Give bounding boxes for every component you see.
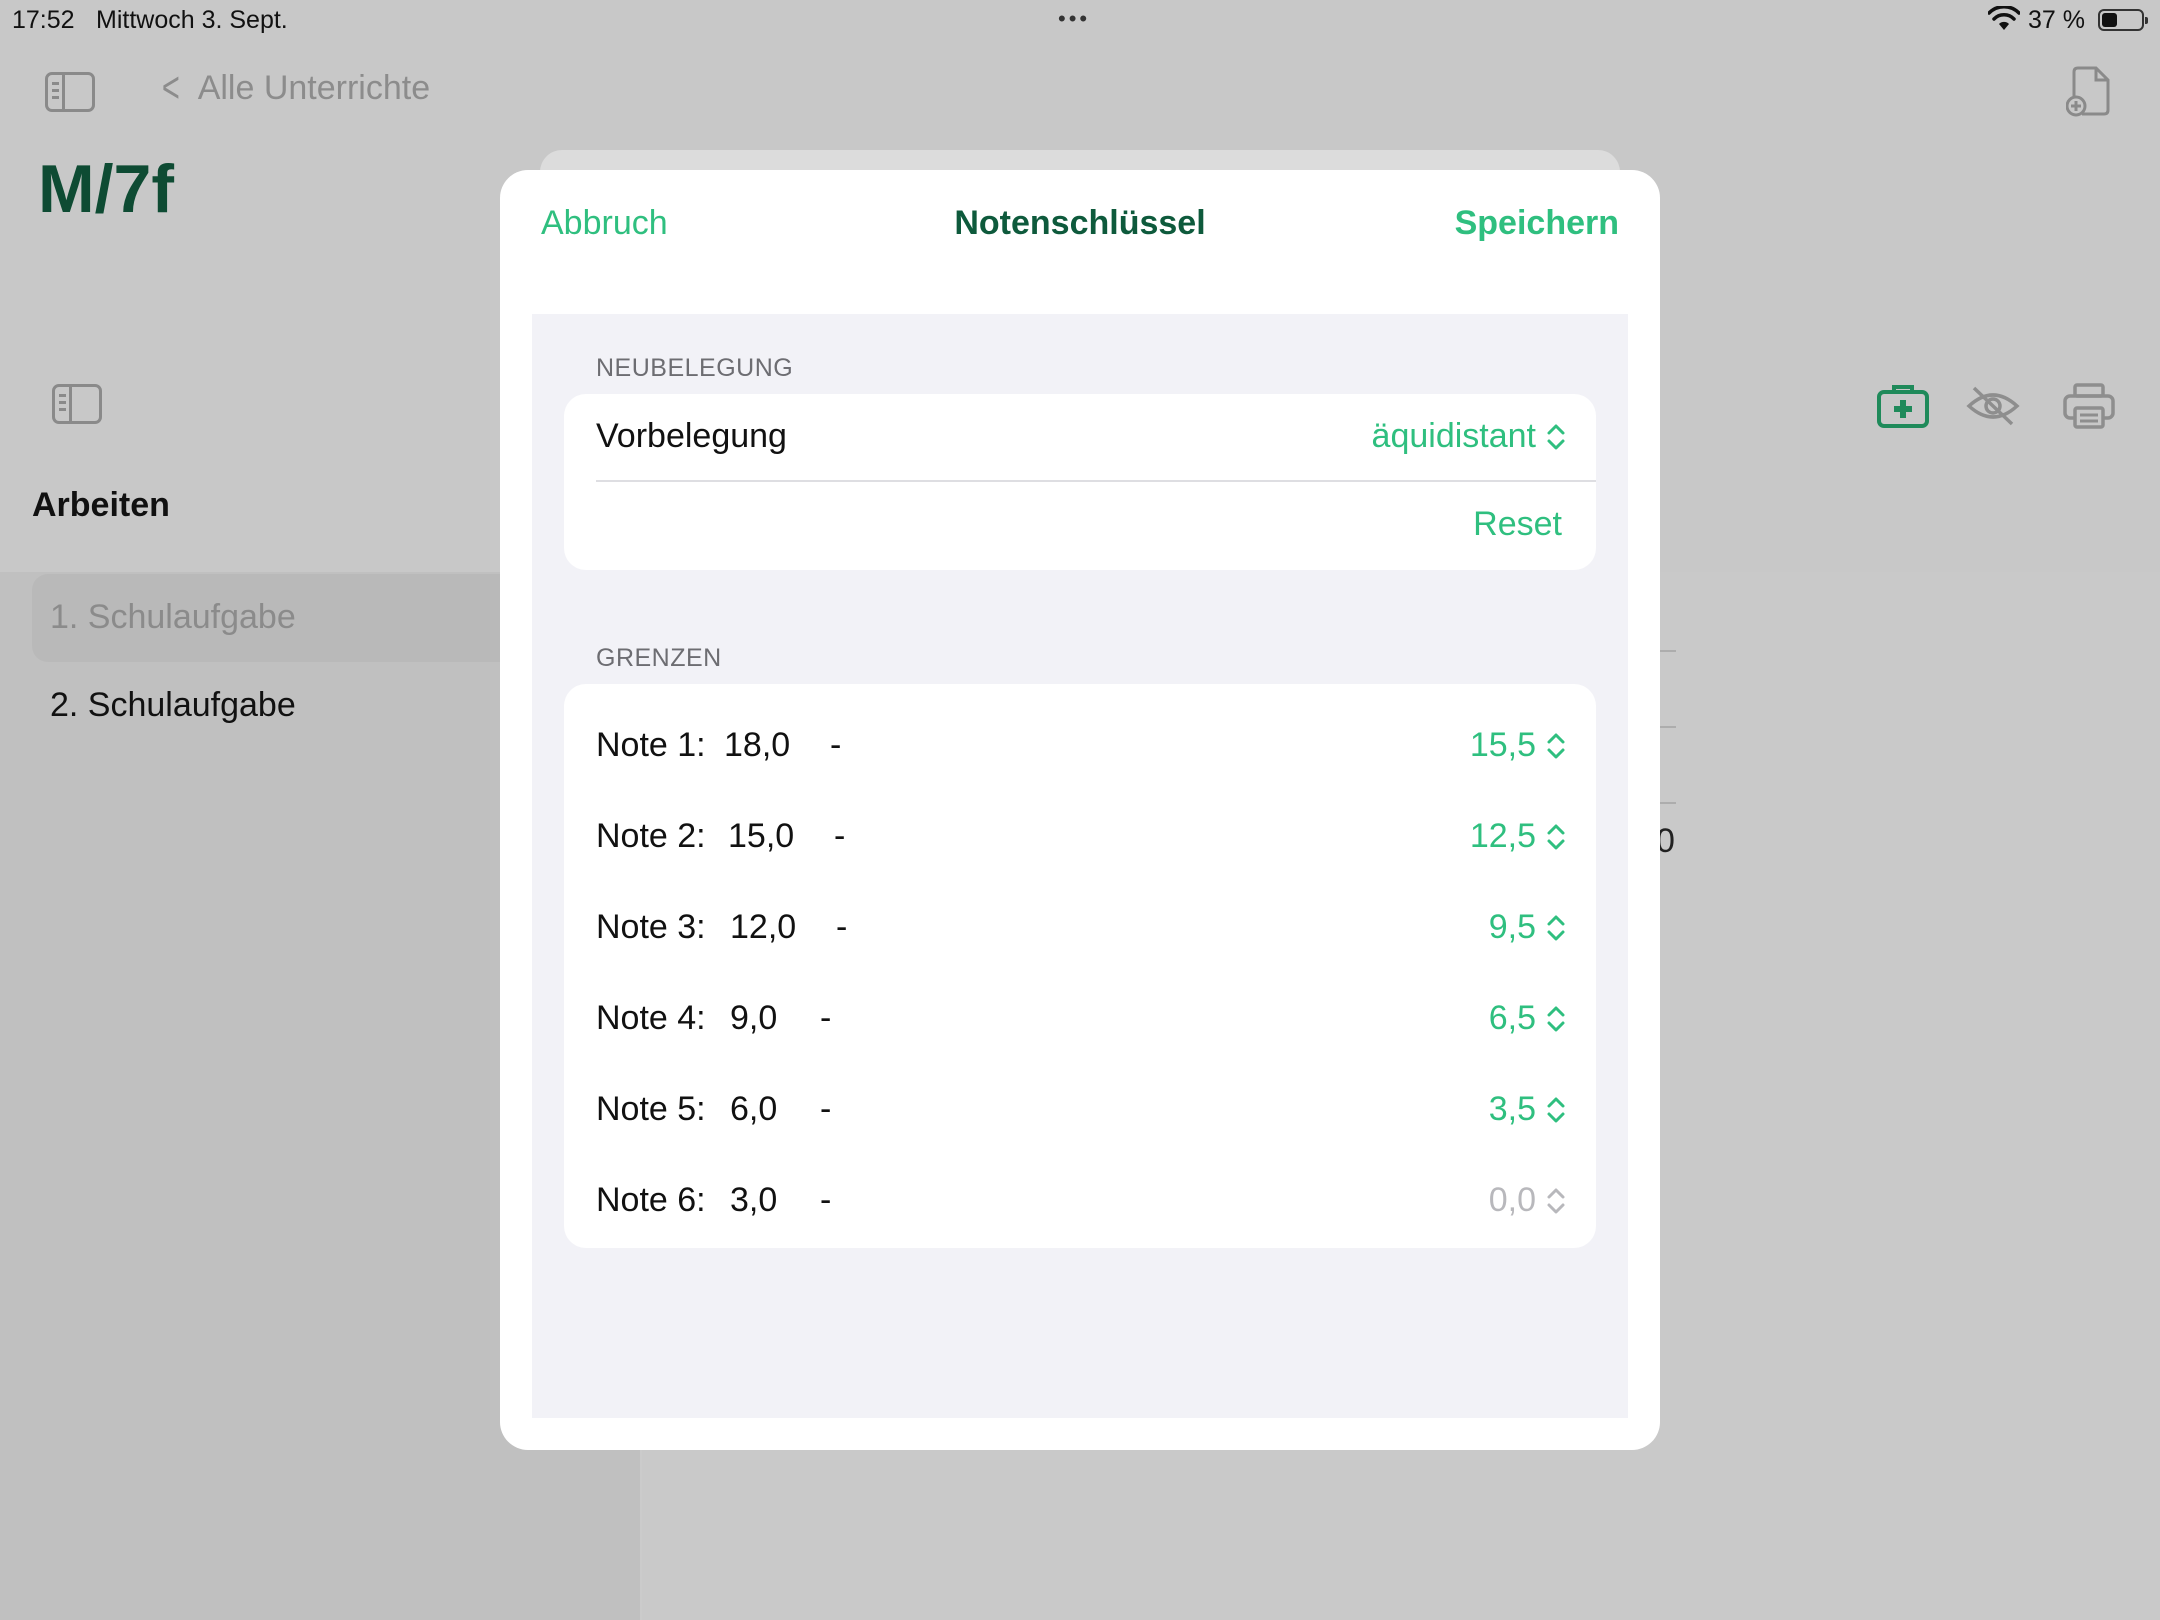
grade-lower-stepper[interactable]: 12,5 [1470, 817, 1566, 856]
grade-lower-stepper-disabled: 0,0 [1489, 1181, 1566, 1220]
grade-dash: - [830, 726, 842, 764]
updown-chevron-icon [1546, 822, 1566, 852]
grade-label: Note 4: [596, 999, 706, 1037]
back-button[interactable]: < Alle Unterrichte [158, 66, 430, 110]
grade-upper-bound: 6,0 [730, 1090, 778, 1128]
grade-upper-bound: 15,0 [728, 817, 795, 855]
sidebar-toggle-icon[interactable] [52, 384, 102, 424]
first-aid-kit-icon[interactable] [1876, 382, 1930, 430]
updown-chevron-icon [1546, 913, 1566, 943]
grade-dash: - [836, 908, 848, 946]
section-header-reassign: NEUBELEGUNG [596, 354, 794, 382]
grade-label: Note 2: [596, 817, 706, 855]
grade-label: Note 3: [596, 908, 706, 946]
grade-dash: - [834, 817, 846, 855]
preset-picker[interactable]: äquidistant [1372, 417, 1566, 456]
grade-row-5: Note 5: 6,0 - 3,5 [564, 1060, 1596, 1148]
grade-upper-bound: 18,0 [724, 726, 791, 764]
grade-lower-stepper[interactable]: 15,5 [1470, 726, 1566, 765]
reassign-group: Vorbelegung äquidistant Reset [564, 394, 1596, 570]
grade-row-1: Note 1: 18,0 - 15,5 [564, 696, 1596, 784]
updown-chevron-icon [1546, 1186, 1566, 1216]
sidebar-item-label: 1. Schulaufgabe [50, 598, 296, 636]
reset-row: Reset [564, 482, 1596, 570]
grade-lower-bound: 3,5 [1488, 1090, 1536, 1128]
preset-row: Vorbelegung äquidistant [564, 394, 1596, 482]
grade-dash: - [820, 999, 832, 1037]
grade-lower-stepper[interactable]: 3,5 [1489, 1090, 1566, 1129]
grading-key-sheet: Abbruch Notenschlüssel Speichern NEUBELE… [500, 170, 1660, 1450]
updown-chevron-icon [1546, 1095, 1566, 1125]
grade-label: Note 5: [596, 1090, 706, 1128]
grade-row-6: Note 6: 3,0 - 0,0 [564, 1151, 1596, 1239]
eye-slash-icon[interactable] [1966, 382, 2020, 430]
grade-row-4: Note 4: 9,0 - 6,5 [564, 969, 1596, 1057]
battery-percent: 37 % [2028, 6, 2085, 34]
grade-lower-stepper[interactable]: 6,5 [1489, 999, 1566, 1038]
updown-chevron-icon [1546, 422, 1566, 452]
sidebar-item-2[interactable]: 2. Schulaufgabe [50, 686, 296, 725]
status-time: 17:52 [12, 6, 75, 34]
status-date: Mittwoch 3. Sept. [96, 6, 288, 34]
status-bar: 17:52 Mittwoch 3. Sept. ••• 37 % [0, 0, 2160, 40]
preset-value: äquidistant [1371, 417, 1536, 455]
grade-row-2: Note 2: 15,0 - 12,5 [564, 787, 1596, 875]
updown-chevron-icon [1546, 1004, 1566, 1034]
chevron-left-icon: < [161, 63, 180, 112]
sheet-header: Abbruch Notenschlüssel Speichern [500, 170, 1660, 280]
battery-icon [2098, 9, 2148, 31]
wifi-icon [1988, 6, 2020, 30]
back-label: Alle Unterrichte [197, 68, 431, 107]
grade-upper-bound: 3,0 [730, 1181, 778, 1219]
grade-row-3: Note 3: 12,0 - 9,5 [564, 878, 1596, 966]
grade-dash: - [820, 1090, 832, 1128]
grade-label: Note 6: [596, 1181, 706, 1219]
grade-upper-bound: 9,0 [730, 999, 778, 1037]
grade-dash: - [820, 1181, 832, 1219]
grade-lower-bound: 15,5 [1469, 726, 1536, 764]
grade-lower-bound: 12,5 [1469, 817, 1536, 855]
grade-lower-bound: 9,5 [1488, 908, 1536, 946]
new-document-icon[interactable] [2066, 66, 2112, 118]
section-header-limits: GRENZEN [596, 644, 722, 672]
save-button[interactable]: Speichern [1455, 204, 1619, 243]
updown-chevron-icon [1546, 731, 1566, 761]
preset-label: Vorbelegung [596, 417, 787, 455]
screen: 17:52 Mittwoch 3. Sept. ••• 37 % < Alle … [0, 0, 2160, 1620]
printer-icon[interactable] [2062, 382, 2116, 430]
form-area: NEUBELEGUNG Vorbelegung äquidistant Rese… [532, 314, 1628, 1418]
grade-lower-stepper[interactable]: 9,5 [1489, 908, 1566, 947]
reset-button[interactable]: Reset [1473, 505, 1562, 544]
limits-group: Note 1: 18,0 - 15,5 Note 2: 15,0 - 12,5 [564, 684, 1596, 1248]
grade-lower-bound: 0,0 [1488, 1181, 1536, 1219]
class-title: M/7f [38, 151, 174, 227]
sidebar-heading: Arbeiten [32, 486, 170, 524]
multitasking-dots-icon[interactable]: ••• [1058, 6, 1090, 32]
grade-upper-bound: 12,0 [730, 908, 797, 946]
grade-lower-bound: 6,5 [1488, 999, 1536, 1037]
sidebar-item-label: 2. Schulaufgabe [50, 686, 296, 724]
grade-label: Note 1: [596, 726, 706, 764]
sidebar-toggle-icon[interactable] [45, 72, 95, 112]
